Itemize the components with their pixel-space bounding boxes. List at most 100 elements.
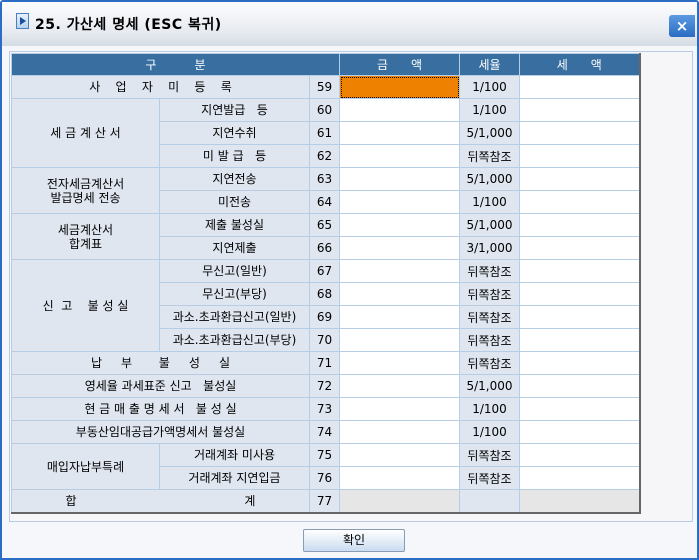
tax-amount-cell — [519, 121, 640, 145]
tax-amount-cell — [519, 259, 640, 283]
row-code: 75 — [309, 443, 340, 467]
row-code: 73 — [309, 397, 340, 421]
row-group-label: 전자세금계산서 발급명세 전송 — [11, 167, 160, 214]
row-code: 70 — [309, 328, 340, 352]
amount-input — [339, 489, 460, 514]
row-sub-label: 지연제출 — [159, 236, 310, 260]
tax-amount-cell — [519, 236, 640, 260]
rate-cell: 5/1,000 — [459, 213, 520, 237]
rate-cell: 1/100 — [459, 98, 520, 122]
header-tax: 세 액 — [519, 53, 640, 76]
amount-input[interactable] — [339, 443, 460, 467]
amount-input[interactable] — [339, 75, 460, 99]
row-code: 77 — [309, 489, 340, 514]
tax-amount-cell — [519, 374, 640, 398]
amount-input[interactable] — [339, 420, 460, 444]
tax-amount-cell — [519, 190, 640, 214]
table-row: 영세율 과세표준 신고 불성실 72 5/1,000 — [11, 374, 640, 398]
row-sub-label: 미 발 급 등 — [159, 144, 310, 168]
tax-amount-cell — [519, 420, 640, 444]
row-code: 62 — [309, 144, 340, 168]
rate-cell: 1/100 — [459, 190, 520, 214]
row-sub-label: 지연수취 — [159, 121, 310, 145]
title-bar: 25. 가산세 명세 (ESC 복귀) × — [2, 2, 697, 46]
amount-input[interactable] — [339, 351, 460, 375]
row-sub-label: 거래계좌 지연입금 — [159, 466, 310, 490]
row-code: 65 — [309, 213, 340, 237]
rate-cell: 뒤쪽참조 — [459, 305, 520, 329]
tax-amount-cell — [519, 213, 640, 237]
amount-input[interactable] — [339, 259, 460, 283]
rate-cell: 뒤쪽참조 — [459, 351, 520, 375]
header-amount: 금 액 — [339, 53, 460, 76]
row-group-label: 사 업 자 미 등 록 — [11, 75, 310, 99]
row-code: 69 — [309, 305, 340, 329]
close-button[interactable]: × — [669, 15, 695, 37]
row-code: 61 — [309, 121, 340, 145]
tax-amount-cell — [519, 98, 640, 122]
row-group-label: 부동산임대공급가액명세서 불성실 — [11, 420, 310, 444]
tax-amount-cell — [519, 305, 640, 329]
row-code: 76 — [309, 466, 340, 490]
row-code: 64 — [309, 190, 340, 214]
rate-cell: 뒤쪽참조 — [459, 466, 520, 490]
dialog-title: 25. 가산세 명세 (ESC 복귀) — [35, 17, 222, 33]
rate-cell: 5/1,000 — [459, 121, 520, 145]
tax-amount-cell — [519, 443, 640, 467]
row-group-label: 합 계 — [11, 489, 310, 514]
rate-cell: 1/100 — [459, 397, 520, 421]
row-group-label: 세 금 계 산 서 — [11, 98, 160, 168]
table-row: 매입자납부특례 거래계좌 미사용 75 뒤쪽참조 — [11, 443, 640, 490]
amount-input[interactable] — [339, 167, 460, 191]
row-code: 74 — [309, 420, 340, 444]
tax-amount-cell — [519, 489, 640, 514]
row-code: 63 — [309, 167, 340, 191]
amount-input[interactable] — [339, 282, 460, 306]
row-sub-label: 무신고(부당) — [159, 282, 310, 306]
row-sub-label: 과소.초과환급신고(부당) — [159, 328, 310, 352]
row-sub-label: 제출 불성실 — [159, 213, 310, 237]
amount-input[interactable] — [339, 121, 460, 145]
amount-input[interactable] — [339, 397, 460, 421]
tax-amount-cell — [519, 75, 640, 99]
table-row: 현 금 매 출 명 세 서 불 성 실 73 1/100 — [11, 397, 640, 421]
row-group-label: 세금계산서 합계표 — [11, 213, 160, 260]
rate-cell: 1/100 — [459, 420, 520, 444]
rate-cell: 뒤쪽참조 — [459, 328, 520, 352]
tax-amount-cell — [519, 397, 640, 421]
row-code: 72 — [309, 374, 340, 398]
amount-input[interactable] — [339, 190, 460, 214]
row-code: 67 — [309, 259, 340, 283]
tax-amount-cell — [519, 282, 640, 306]
rate-cell: 뒤쪽참조 — [459, 259, 520, 283]
play-icon — [16, 13, 29, 29]
confirm-button[interactable]: 확인 — [303, 529, 405, 552]
amount-input[interactable] — [339, 213, 460, 237]
amount-input[interactable] — [339, 328, 460, 352]
header-category: 구 분 — [11, 53, 340, 76]
amount-input[interactable] — [339, 374, 460, 398]
row-group-label: 납 부 불 성 실 — [11, 351, 310, 375]
rate-cell: 5/1,000 — [459, 167, 520, 191]
row-sub-label: 무신고(일반) — [159, 259, 310, 283]
row-code: 59 — [309, 75, 340, 99]
row-group-label: 신 고 불 성 실 — [11, 259, 160, 352]
row-code: 66 — [309, 236, 340, 260]
row-group-label: 매입자납부특례 — [11, 443, 160, 490]
tax-amount-cell — [519, 328, 640, 352]
tax-amount-cell — [519, 351, 640, 375]
table-row: 세 금 계 산 서 지연발급 등 60 1/100 — [11, 98, 640, 168]
table-row: 세금계산서 합계표 제출 불성실 65 5/1,000 — [11, 213, 640, 260]
amount-input[interactable] — [339, 305, 460, 329]
row-sub-label: 미전송 — [159, 190, 310, 214]
amount-input[interactable] — [339, 144, 460, 168]
table-row: 납 부 불 성 실 71 뒤쪽참조 — [11, 351, 640, 375]
row-group-label: 현 금 매 출 명 세 서 불 성 실 — [11, 397, 310, 421]
amount-input[interactable] — [339, 466, 460, 490]
amount-input[interactable] — [339, 98, 460, 122]
penalty-tax-table: 구 분 금 액 세율 세 액 사 업 자 미 등 록 59 1/100 세 금 계 산… — [11, 53, 641, 514]
tax-amount-cell — [519, 167, 640, 191]
row-sub-label: 지연발급 등 — [159, 98, 310, 122]
header-rate: 세율 — [459, 53, 520, 76]
amount-input[interactable] — [339, 236, 460, 260]
